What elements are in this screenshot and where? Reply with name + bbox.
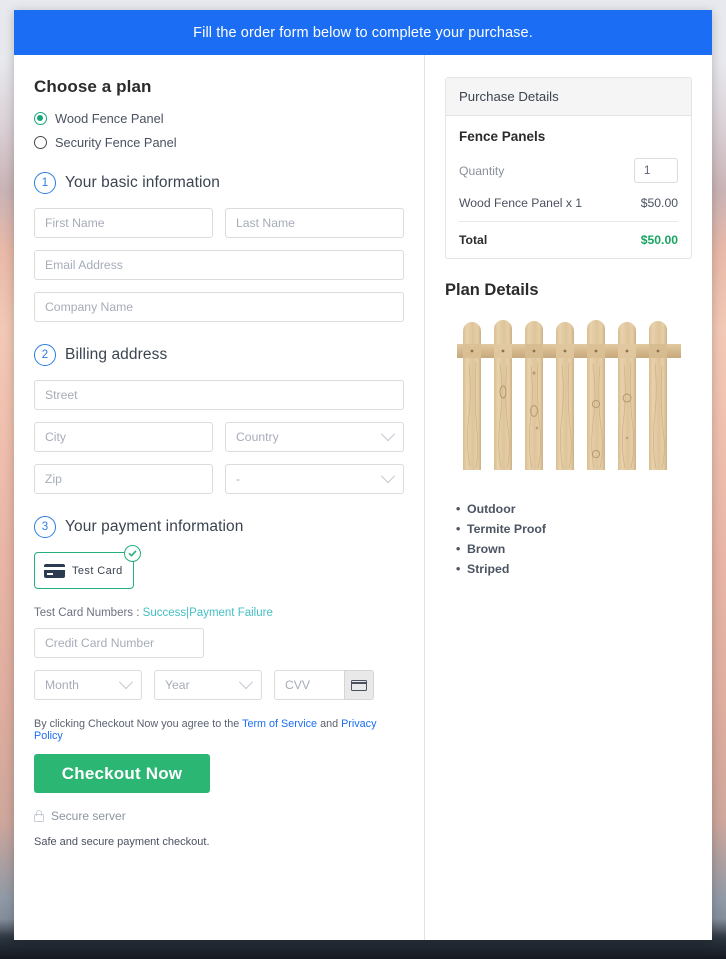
payment-failure-card-link[interactable]: Payment Failure bbox=[189, 607, 273, 619]
card-back-icon bbox=[351, 679, 367, 691]
total-row: Total $50.00 bbox=[459, 222, 678, 247]
summary-column: Purchase Details Fence Panels Quantity 1… bbox=[425, 55, 712, 940]
feature-item: Outdoor bbox=[456, 502, 692, 516]
term-of-service-link[interactable]: Term of Service bbox=[242, 718, 317, 730]
state-select[interactable]: - bbox=[225, 464, 404, 494]
radio-security-fence-panel[interactable] bbox=[34, 136, 47, 149]
product-name: Fence Panels bbox=[459, 129, 546, 144]
expiry-month-value: Month bbox=[45, 678, 79, 692]
step-3-header: 3 Your payment information bbox=[34, 516, 404, 538]
payment-method-test-card[interactable]: Test Card bbox=[34, 545, 141, 589]
order-form-column: Choose a plan Wood Fence Panel Security … bbox=[14, 55, 425, 940]
country-select-value: Country bbox=[236, 430, 279, 444]
chevron-down-icon bbox=[380, 469, 396, 484]
company-row: Company Name bbox=[34, 292, 404, 322]
chevron-down-icon bbox=[118, 675, 134, 690]
total-price: $50.00 bbox=[640, 233, 678, 247]
chevron-down-icon bbox=[380, 427, 396, 442]
plan-details-title: Plan Details bbox=[445, 281, 539, 299]
fence-panel-image bbox=[456, 316, 681, 476]
terms-and: and bbox=[320, 718, 339, 730]
step-title: Your payment information bbox=[65, 518, 244, 535]
line-item-label: Wood Fence Panel x 1 bbox=[459, 196, 583, 210]
expiry-cvv-row: Month Year CVV bbox=[34, 670, 404, 700]
total-label: Total bbox=[459, 233, 488, 247]
last-name-input[interactable]: Last Name bbox=[225, 208, 404, 238]
expiry-month-select[interactable]: Month bbox=[34, 670, 142, 700]
zip-input[interactable]: Zip bbox=[34, 464, 213, 494]
banner-message: Fill the order form below to complete yo… bbox=[193, 24, 533, 41]
test-card-numbers-line: Test Card Numbers : Success|Payment Fail… bbox=[34, 607, 404, 619]
line-item-price: $50.00 bbox=[640, 196, 678, 210]
state-select-value: - bbox=[236, 472, 241, 486]
line-item-row: Wood Fence Panel x 1 $50.00 bbox=[459, 196, 678, 222]
plan-option-label: Security Fence Panel bbox=[55, 135, 177, 150]
chevron-down-icon bbox=[238, 675, 254, 690]
radio-wood-fence-panel[interactable] bbox=[34, 112, 47, 125]
payment-method-label: Test Card bbox=[72, 564, 123, 577]
city-country-row: City Country bbox=[34, 422, 404, 452]
city-input[interactable]: City bbox=[34, 422, 213, 452]
plan-option-security-fence-panel[interactable]: Security Fence Panel bbox=[34, 135, 404, 150]
country-select[interactable]: Country bbox=[225, 422, 404, 452]
success-card-link[interactable]: Success bbox=[143, 607, 186, 619]
plan-option-label: Wood Fence Panel bbox=[55, 111, 164, 126]
purchase-details-panel: Purchase Details Fence Panels Quantity 1… bbox=[445, 77, 692, 259]
checkout-page: Fill the order form below to complete yo… bbox=[14, 10, 712, 940]
safe-payment-note: Safe and secure payment checkout. bbox=[34, 836, 210, 848]
company-name-input[interactable]: Company Name bbox=[34, 292, 404, 322]
email-row: Email Address bbox=[34, 250, 404, 280]
expiry-year-select[interactable]: Year bbox=[154, 670, 262, 700]
secure-server-row: Secure server bbox=[34, 809, 404, 823]
plan-option-wood-fence-panel[interactable]: Wood Fence Panel bbox=[34, 111, 404, 126]
name-row: First Name Last Name bbox=[34, 208, 404, 238]
street-row: Street bbox=[34, 380, 404, 410]
secure-server-label: Secure server bbox=[51, 809, 126, 823]
feature-item: Brown bbox=[456, 542, 692, 556]
card-number-row: Credit Card Number bbox=[34, 628, 404, 658]
zip-state-row: Zip - bbox=[34, 464, 404, 494]
quantity-row: Quantity 1 bbox=[459, 158, 678, 183]
terms-notice: By clicking Checkout Now you agree to th… bbox=[34, 718, 404, 742]
credit-card-icon bbox=[44, 563, 65, 578]
test-card-numbers-prefix: Test Card Numbers : bbox=[34, 607, 140, 619]
terms-prefix: By clicking Checkout Now you agree to th… bbox=[34, 718, 240, 730]
lock-icon bbox=[34, 810, 44, 822]
step-number-badge: 1 bbox=[34, 172, 56, 194]
step-title: Your basic information bbox=[65, 174, 220, 191]
checkout-now-button[interactable]: Checkout Now bbox=[34, 754, 210, 793]
quantity-label: Quantity bbox=[459, 163, 505, 178]
check-circle-icon bbox=[124, 545, 141, 562]
header-banner: Fill the order form below to complete yo… bbox=[14, 10, 712, 55]
step-1-header: 1 Your basic information bbox=[34, 172, 404, 194]
choose-plan-title: Choose a plan bbox=[34, 77, 152, 96]
purchase-details-body: Fence Panels Quantity 1 Wood Fence Panel… bbox=[446, 116, 691, 258]
cvv-field-group: CVV bbox=[274, 670, 374, 700]
credit-card-number-input[interactable]: Credit Card Number bbox=[34, 628, 204, 658]
plan-features-list: Outdoor Termite Proof Brown Striped bbox=[445, 502, 692, 576]
quantity-input[interactable]: 1 bbox=[634, 158, 678, 183]
cvv-help-button[interactable] bbox=[344, 670, 374, 700]
street-input[interactable]: Street bbox=[34, 380, 404, 410]
email-input[interactable]: Email Address bbox=[34, 250, 404, 280]
step-number-badge: 3 bbox=[34, 516, 56, 538]
feature-item: Termite Proof bbox=[456, 522, 692, 536]
feature-item: Striped bbox=[456, 562, 692, 576]
purchase-details-header: Purchase Details bbox=[446, 78, 691, 116]
step-2-header: 2 Billing address bbox=[34, 344, 404, 366]
page-columns: Choose a plan Wood Fence Panel Security … bbox=[14, 55, 712, 940]
step-number-badge: 2 bbox=[34, 344, 56, 366]
step-title: Billing address bbox=[65, 346, 168, 363]
cvv-input[interactable]: CVV bbox=[274, 670, 344, 700]
first-name-input[interactable]: First Name bbox=[34, 208, 213, 238]
expiry-year-value: Year bbox=[165, 678, 190, 692]
